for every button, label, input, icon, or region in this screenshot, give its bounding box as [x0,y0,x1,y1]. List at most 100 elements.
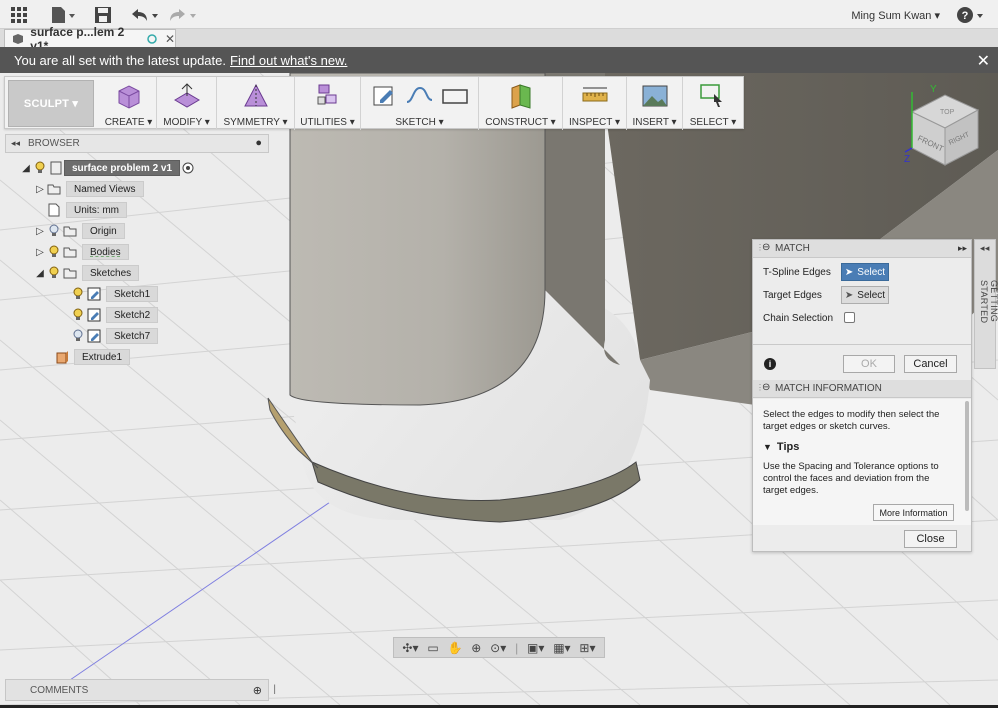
insert-group[interactable]: INSERT ▾ [627,77,683,130]
browser-node-origin[interactable]: ▷ Origin [34,223,125,239]
collapse-root-icon[interactable]: ◢ [20,163,32,174]
banner-close-icon[interactable]: ✕ [977,51,990,71]
panel-resize-handle[interactable]: | [273,684,276,695]
redo-icon[interactable] [168,5,198,25]
match-dialog-title: MATCH [775,243,810,254]
fit-zoom-icon[interactable]: ⊙▾ [490,641,506,655]
apps-grid-icon[interactable] [10,5,28,25]
utilities-group[interactable]: UTILITIES ▾ [295,77,361,130]
tips-collapse-icon[interactable]: ▼ [763,442,772,452]
browser-root-node[interactable]: ◢ surface problem 2 v1 [20,160,196,176]
collapse-section-icon[interactable]: ⊖ [762,242,770,253]
modify-group[interactable]: MODIFY ▾ [157,77,217,130]
document-tab[interactable]: surface p...lem 2 v1* ✕ [4,25,176,53]
inspect-group[interactable]: INSPECT ▾ [563,77,627,130]
insert-menu[interactable]: INSERT ▾ [627,117,682,128]
pan-hand-icon[interactable]: ✋ [447,641,462,655]
expand-icon[interactable]: ▷ [34,226,46,237]
expand-icon[interactable]: ▷ [34,247,46,258]
folder-icon [62,245,78,259]
create-sketch-icon [373,86,393,106]
info-icon[interactable]: i [764,358,776,370]
document-icon [48,161,64,175]
match-info-header[interactable]: ⋮ ⊖ MATCH INFORMATION [753,380,971,398]
target-edges-select[interactable]: ➤ Select [841,286,889,304]
visibility-bulb-icon[interactable] [70,329,86,343]
create-menu[interactable]: CREATE ▾ [101,117,156,128]
match-dialog-header[interactable]: ⋮ ⊖ MATCH ▸▸ [753,240,971,258]
symmetry-menu[interactable]: SYMMETRY ▾ [217,117,294,128]
save-icon[interactable] [94,5,112,25]
more-information-button[interactable]: More Information [873,504,954,521]
browser-node-bodies[interactable]: ▷ Bodies [34,244,129,260]
add-comment-icon[interactable]: ⊕ [253,684,262,697]
cancel-button[interactable]: Cancel [904,355,957,373]
browser-pin-icon[interactable]: ● [255,137,262,149]
zoom-icon[interactable]: ⊕ [471,641,481,655]
browser-node-named-views[interactable]: ▷ Named Views [34,181,144,197]
construct-group[interactable]: CONSTRUCT ▾ [479,77,563,130]
construct-menu[interactable]: CONSTRUCT ▾ [479,117,562,128]
collapse-section-icon[interactable]: ⊖ [762,382,770,393]
visibility-bulb-icon[interactable] [46,245,62,259]
getting-started-tab[interactable]: ◂◂ GETTING STARTED [974,239,998,369]
chain-selection-checkbox[interactable] [844,312,855,323]
separator: | [515,640,519,655]
visibility-bulb-icon[interactable] [70,308,86,322]
divider [753,344,971,345]
grid-settings-icon[interactable]: ▦▾ [553,641,570,655]
user-account-menu[interactable]: Ming Sum Kwan ▾ [851,9,940,22]
expand-icon[interactable]: ▷ [34,184,46,195]
timeline-extrude1[interactable]: Extrude1 [54,349,131,365]
help-icon[interactable]: ? [956,5,986,25]
expand-panel-icon[interactable]: ◂◂ [980,243,990,254]
orbit-icon[interactable]: ✣▾ [402,641,418,655]
file-menu-icon[interactable] [50,5,76,25]
modify-menu[interactable]: MODIFY ▾ [157,117,216,128]
utilities-menu[interactable]: UTILITIES ▾ [295,117,360,128]
tips-heading[interactable]: ▼ Tips [763,441,799,453]
visibility-bulb-icon[interactable] [46,224,62,238]
visibility-bulb-icon[interactable] [46,266,62,280]
visibility-bulb-icon[interactable] [32,161,48,175]
extrude-icon [54,350,70,364]
display-settings-icon[interactable]: ▣▾ [527,641,544,655]
inspect-menu[interactable]: INSPECT ▾ [563,117,626,128]
inspect-measure-icon [582,87,607,102]
tspline-edges-select[interactable]: ➤ Select [841,263,889,281]
collapse-icon[interactable]: ◢ [34,268,46,279]
construct-plane-icon [511,84,530,109]
browser-node-units[interactable]: Units: mm [46,202,127,218]
viewports-icon[interactable]: ⊞▾ [579,641,595,655]
axis-z-label: Z [904,154,910,165]
browser-panel-header[interactable]: ◂◂ BROWSER ● [5,134,269,153]
browser-node-sketch7[interactable]: Sketch7 [70,328,159,344]
ok-button[interactable]: OK [843,355,895,373]
visibility-bulb-icon[interactable] [70,287,86,301]
expand-dialog-icon[interactable]: ▸▸ [958,243,967,254]
close-button[interactable]: Close [904,530,957,548]
info-scrollbar[interactable] [965,401,969,511]
close-tab-icon[interactable]: ✕ [165,32,175,46]
select-menu[interactable]: SELECT ▾ [683,117,743,128]
comments-panel-header[interactable]: COMMENTS ⊕ | [5,679,276,701]
select-group[interactable]: SELECT ▾ [683,77,743,130]
create-group[interactable]: CREATE ▾ [101,77,157,130]
sketch-menu[interactable]: SKETCH ▾ [361,117,478,128]
collapse-browser-icon[interactable]: ◂◂ [11,138,20,149]
symmetry-group[interactable]: SYMMETRY ▾ [217,77,295,130]
look-at-icon[interactable]: ▭ [427,641,438,655]
sketch-group[interactable]: SKETCH ▾ [361,77,479,130]
browser-node-sketch1[interactable]: Sketch1 [70,286,159,302]
browser-node-sketches[interactable]: ◢ Sketches [34,265,140,281]
workspace-switcher[interactable]: SCULPT ▾ [8,80,94,127]
bodies-label: Bodies [82,244,129,260]
browser-node-sketch2[interactable]: Sketch2 [70,307,159,323]
whats-new-link[interactable]: Find out what's new. [230,53,347,68]
sketch-icon [86,287,102,301]
undo-icon[interactable] [130,5,160,25]
sketch2-label: Sketch2 [106,307,159,323]
activate-radio-icon[interactable] [180,161,196,175]
sketch-icon [86,329,102,343]
chain-selection-label: Chain Selection [763,313,834,324]
